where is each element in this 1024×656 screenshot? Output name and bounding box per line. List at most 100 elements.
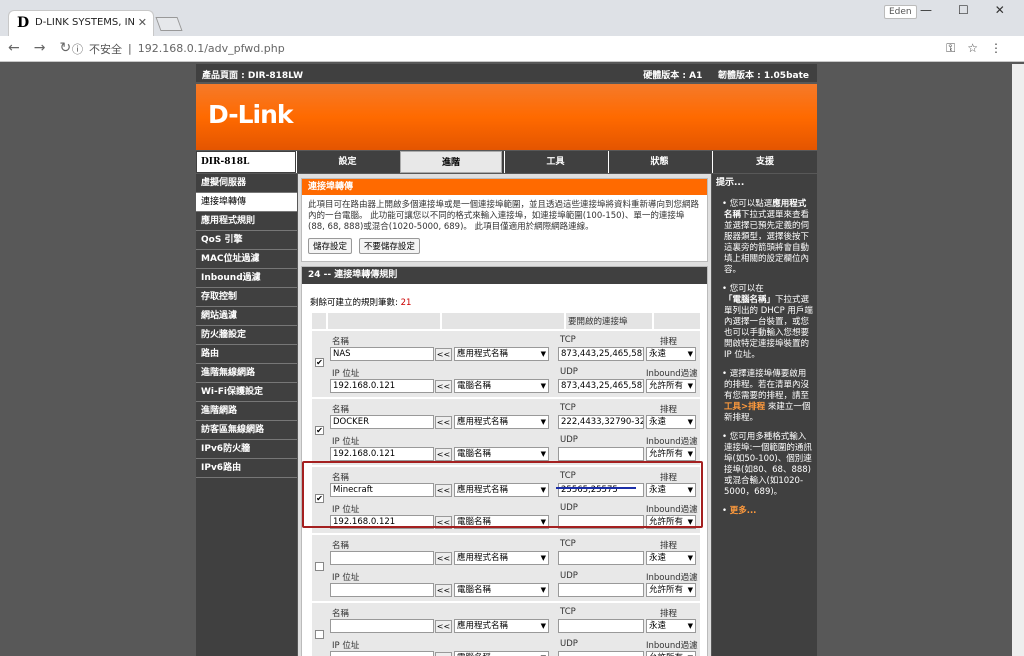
omnibox[interactable]: ⓘ 不安全 | 192.168.0.1/adv_pfwd.php ⚿ ☆ ⋮ [72, 40, 1002, 57]
star-icon[interactable]: ☆ [967, 41, 978, 56]
pc-name-select[interactable]: 電腦名稱▼ [454, 379, 549, 393]
sidebar-item-inbound-filter[interactable]: Inbound過濾 [196, 269, 297, 288]
sidebar-item-port-forwarding[interactable]: 連接埠轉傳 [196, 193, 297, 212]
ip-input[interactable] [330, 651, 434, 656]
close-window-icon[interactable]: ✕ [995, 3, 1005, 17]
ip-label: IP 位址 [332, 369, 360, 379]
sidebar-item-wps[interactable]: Wi-Fi保護設定 [196, 383, 297, 402]
schedule-select[interactable]: 永遠 ▼ [646, 619, 696, 633]
tab-setup[interactable]: 設定 [296, 151, 398, 173]
copy-pc-button[interactable]: << [435, 584, 452, 597]
tcp-ports-input[interactable] [558, 551, 644, 565]
udp-ports-input[interactable] [558, 651, 644, 656]
schedule-select[interactable]: 永遠 ▼ [646, 415, 696, 429]
rule-row: 名稱 << 應用程式名稱▼ TCP 排程 永遠▼ IP 位址 << 電腦名稱▼ … [312, 535, 700, 601]
inbound-select[interactable]: 允許所有▼ [646, 447, 696, 461]
copy-pc-button[interactable]: << [435, 652, 452, 656]
ip-input[interactable]: 192.168.0.121 [330, 379, 434, 393]
rule-enable-checkbox[interactable] [315, 630, 324, 639]
section-title: 連接埠轉傳 [302, 179, 707, 195]
ip-input[interactable] [330, 583, 434, 597]
reload-icon[interactable]: ↻ [59, 40, 71, 56]
inbound-select[interactable]: 允許所有▼ [646, 651, 696, 656]
tcp-ports-input[interactable]: 873,443,25,465,587,1 [558, 347, 644, 361]
browser-tab[interactable]: D D-LINK SYSTEMS, INC. | ✕ [8, 10, 154, 36]
close-tab-icon[interactable]: ✕ [138, 16, 147, 29]
dont-save-button[interactable]: 不要儲存設定 [358, 238, 420, 254]
tab-advanced[interactable]: 進階 [400, 151, 502, 173]
tcp-label: TCP [560, 539, 576, 549]
info-icon[interactable]: ⓘ [72, 41, 83, 57]
copy-pc-button[interactable]: << [435, 380, 452, 393]
back-icon[interactable]: ← [8, 40, 20, 56]
page-scrollbar[interactable] [1012, 64, 1024, 656]
version-label: 硬體版本 : A1 韌體版本 : 1.05bate [643, 71, 809, 81]
schedule-select[interactable]: 永遠 ▼ [646, 347, 696, 361]
sidebar-item-qos[interactable]: QoS 引擎 [196, 231, 297, 250]
name-input[interactable]: NAS [330, 347, 434, 361]
minimize-icon[interactable]: — [920, 3, 932, 17]
udp-ports-input[interactable] [558, 583, 644, 597]
inbound-select[interactable]: 允許所有▼ [646, 379, 696, 393]
copy-pc-button[interactable]: << [435, 448, 452, 461]
user-profile[interactable]: Eden [884, 5, 917, 19]
sidebar-item-app-rules[interactable]: 應用程式規則 [196, 212, 297, 231]
schedule-link[interactable]: 工具>排程 [724, 402, 765, 412]
dlink-banner: D-Link [196, 84, 817, 150]
rule-enable-checkbox[interactable]: ✔ [315, 358, 324, 367]
schedule-label: 排程 [660, 405, 678, 415]
copy-app-button[interactable]: << [435, 620, 452, 633]
sidebar-item-firewall[interactable]: 防火牆設定 [196, 326, 297, 345]
app-name-select[interactable]: 應用程式名稱 ▼ [454, 415, 549, 429]
rule-enable-checkbox[interactable]: ✔ [315, 426, 324, 435]
pc-name-select[interactable]: 電腦名稱▼ [454, 583, 549, 597]
tab-support[interactable]: 支援 [712, 151, 817, 173]
copy-app-button[interactable]: << [435, 348, 452, 361]
name-input[interactable] [330, 619, 434, 633]
maximize-icon[interactable]: ☐ [958, 3, 969, 17]
sidebar-item-ipv6-firewall[interactable]: IPv6防火牆 [196, 440, 297, 459]
udp-ports-input[interactable] [558, 447, 644, 461]
app-name-select[interactable]: 應用程式名稱 ▼ [454, 551, 549, 565]
product-label: 產品頁面 : DIR-818LW [202, 71, 304, 81]
ip-input[interactable]: 192.168.0.121 [330, 447, 434, 461]
sidebar-item-access-control[interactable]: 存取控制 [196, 288, 297, 307]
menu-icon[interactable]: ⋮ [990, 41, 1002, 56]
schedule-select[interactable]: 永遠 ▼ [646, 551, 696, 565]
model-label: DIR-818L [196, 151, 296, 173]
forward-icon[interactable]: → [34, 40, 46, 56]
udp-ports-input[interactable]: 873,443,25,465,587,1 [558, 379, 644, 393]
tcp-ports-input[interactable] [558, 619, 644, 633]
tcp-ports-input[interactable]: 222,4433,32790-3279 [558, 415, 644, 429]
tab-tools[interactable]: 工具 [504, 151, 606, 173]
sidebar-item-routing[interactable]: 路由 [196, 345, 297, 364]
help-tip-3: • 選擇連接埠傳要啟用的排程。若在清單內沒有您需要的排程，請至 工具>排程 來建… [722, 369, 811, 423]
copy-app-button[interactable]: << [435, 416, 452, 429]
pc-name-select[interactable]: 電腦名稱▼ [454, 651, 549, 656]
pc-name-select[interactable]: 電腦名稱▼ [454, 447, 549, 461]
name-input[interactable] [330, 551, 434, 565]
window-controls: — ☐ ✕ [920, 3, 1005, 17]
inbound-select[interactable]: 允許所有▼ [646, 583, 696, 597]
sidebar-item-guest-zone[interactable]: 訪客區無線網路 [196, 421, 297, 440]
sidebar-item-adv-wireless[interactable]: 進階無線網路 [196, 364, 297, 383]
sidebar-item-mac-filter[interactable]: MAC位址過濾 [196, 250, 297, 269]
url-text[interactable]: 192.168.0.1/adv_pfwd.php [138, 42, 285, 55]
sidebar-item-website-filter[interactable]: 網站過濾 [196, 307, 297, 326]
save-settings-button[interactable]: 儲存設定 [308, 238, 353, 254]
port-forwarding-intro: 連接埠轉傳 此項目可在路由器上開啟多個連接埠或是一個連接埠範圍，並且透過這些連接… [301, 178, 708, 262]
new-tab-button[interactable] [155, 17, 183, 31]
sidebar-item-adv-network[interactable]: 進階網路 [196, 402, 297, 421]
app-name-select[interactable]: 應用程式名稱 ▼ [454, 347, 549, 361]
schedule-label: 排程 [660, 337, 678, 347]
copy-app-button[interactable]: << [435, 552, 452, 565]
rule-enable-checkbox[interactable] [315, 562, 324, 571]
sidebar-item-virtual-server[interactable]: 虛擬伺服器 [196, 174, 297, 193]
more-link[interactable]: 更多... [730, 506, 757, 516]
tab-status[interactable]: 狀態 [608, 151, 710, 173]
app-name-select[interactable]: 應用程式名稱 ▼ [454, 619, 549, 633]
tcp-label: TCP [560, 335, 576, 345]
sidebar-item-ipv6-routing[interactable]: IPv6路由 [196, 459, 297, 478]
key-icon[interactable]: ⚿ [946, 41, 955, 56]
name-input[interactable]: DOCKER [330, 415, 434, 429]
